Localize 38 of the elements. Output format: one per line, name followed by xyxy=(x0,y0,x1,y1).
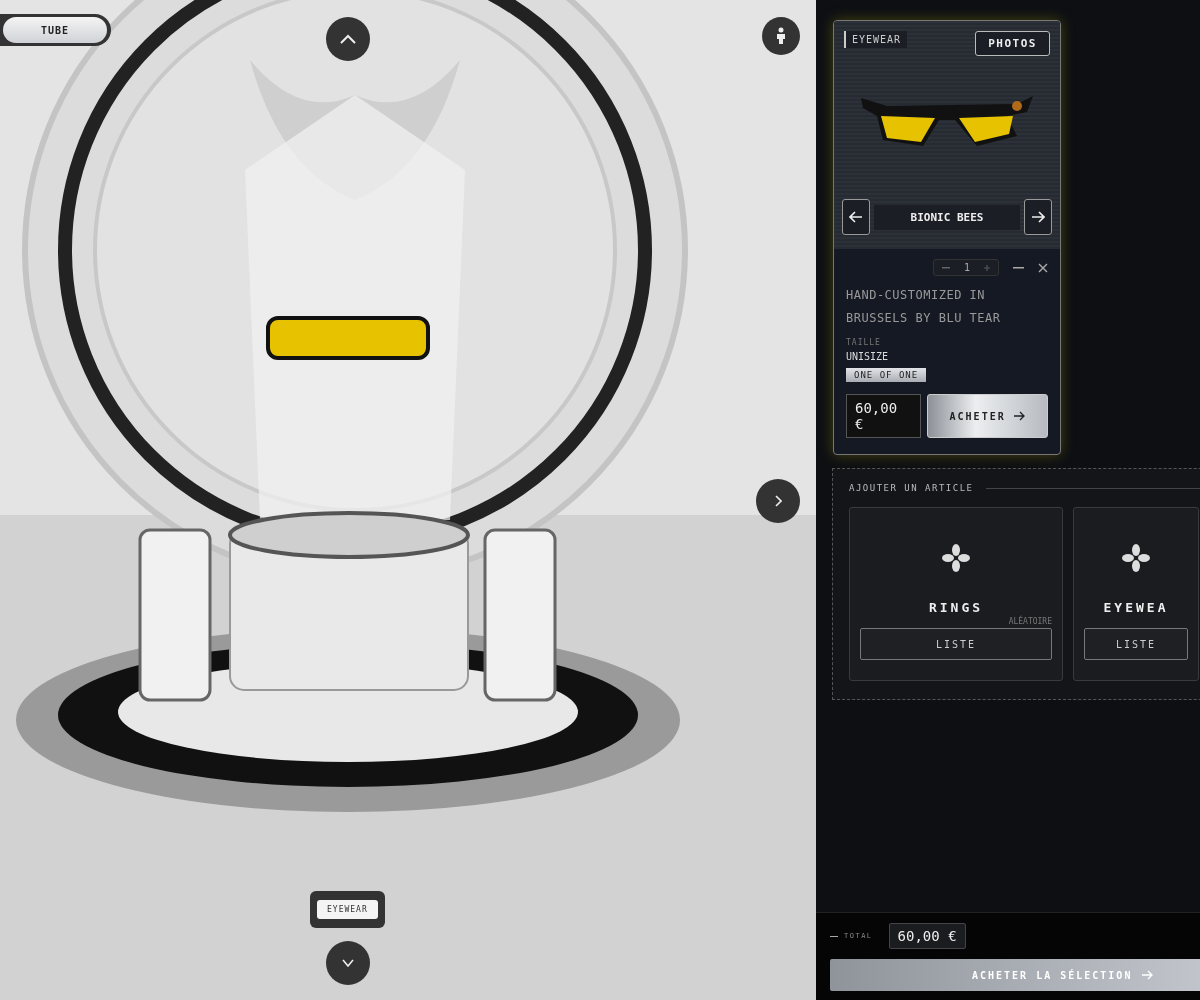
quantity-value: 1 xyxy=(963,262,970,273)
arrow-right-icon xyxy=(1031,211,1045,223)
buy-button[interactable]: ACHETER xyxy=(927,394,1048,438)
size-value: UNISIZE xyxy=(846,351,889,362)
person-icon xyxy=(775,27,787,45)
previous-button[interactable] xyxy=(842,199,870,235)
list-button[interactable]: LISTE xyxy=(860,628,1052,660)
edition-badge: ONE OF ONE xyxy=(846,368,927,382)
minus-icon xyxy=(1013,266,1024,269)
mode-toggle[interactable]: TUBE xyxy=(3,17,107,43)
arrow-right-icon xyxy=(1142,970,1155,980)
chevron-down-icon xyxy=(342,959,354,967)
plus-icon xyxy=(984,264,990,271)
minus-icon xyxy=(941,266,950,269)
chevron-right-icon xyxy=(774,495,782,507)
category-label: EYEWEAR xyxy=(317,900,378,919)
product-name: BIONIC BEES xyxy=(874,204,1020,230)
section-title: AJOUTER UN ARTICLE xyxy=(849,483,974,493)
arrow-right-icon xyxy=(1013,411,1026,421)
random-note: ALÉATOIRE xyxy=(1008,617,1052,626)
category-name: EYEWEA xyxy=(1103,600,1169,615)
close-icon xyxy=(1038,262,1048,273)
list-button[interactable]: LISTE xyxy=(1084,628,1188,660)
four-petal-icon xyxy=(1122,544,1150,572)
close-button[interactable] xyxy=(1038,262,1048,273)
four-petal-icon xyxy=(942,544,970,572)
collapse-button[interactable] xyxy=(1013,266,1024,269)
total-price: 60,00 € xyxy=(888,923,966,949)
category-tag: EYEWEAR xyxy=(844,31,908,48)
product-description: HAND-CUSTOMIZED IN BRUSSELS BY BLU TEAR xyxy=(846,287,1002,327)
category-name: RINGS xyxy=(928,600,984,615)
arrow-left-icon xyxy=(849,211,863,223)
price: 60,00 € xyxy=(846,394,922,438)
chevron-up-icon xyxy=(340,34,356,44)
photos-button[interactable]: PHOTOS xyxy=(975,31,1050,56)
size-label: TAILLE xyxy=(846,338,881,347)
next-product-button[interactable] xyxy=(1024,199,1052,235)
quantity-stepper[interactable]: 1 xyxy=(932,259,999,276)
